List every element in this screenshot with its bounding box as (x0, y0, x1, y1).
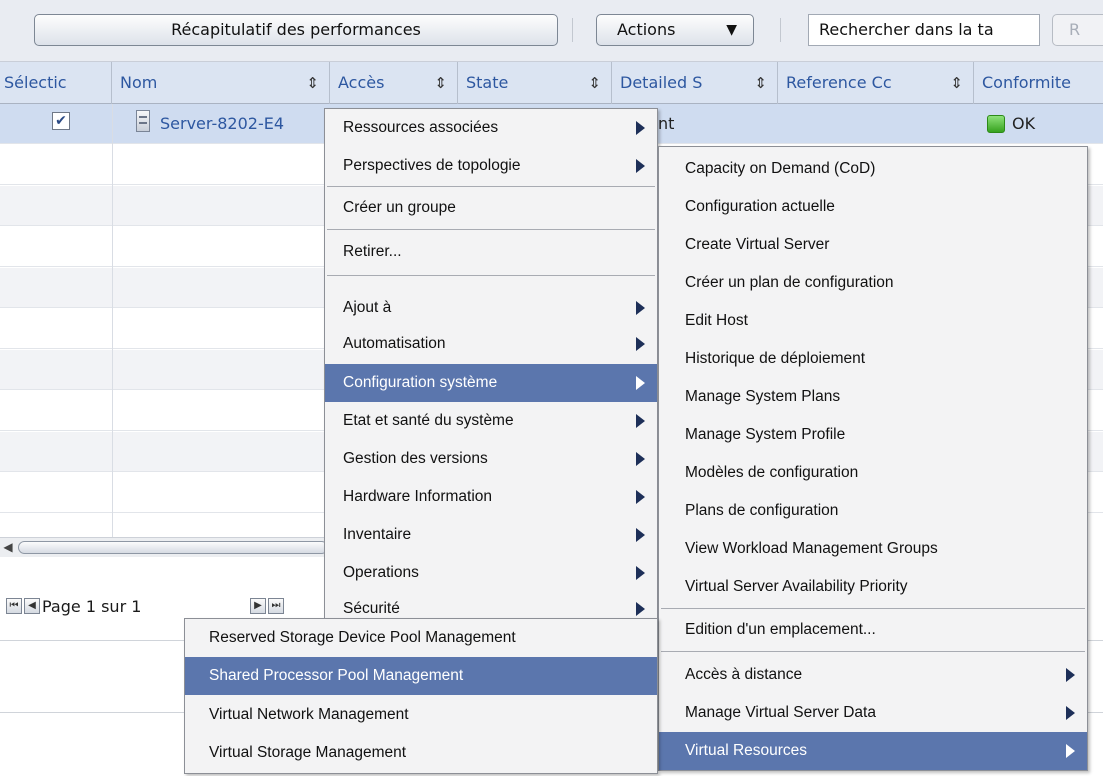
actions-label: Actions (617, 20, 676, 39)
search-input[interactable]: Rechercher dans la ta (808, 14, 1040, 46)
menu-item-remote-access[interactable]: Accès à distance (659, 656, 1087, 694)
toolbar-separator (780, 18, 781, 42)
horizontal-scrollbar[interactable]: ◀ (0, 537, 330, 557)
server-icon (136, 110, 150, 132)
submenu-arrow-icon (636, 301, 645, 315)
system-configuration-submenu: Capacity on Demand (CoD) Configuration a… (658, 146, 1088, 771)
submenu-arrow-icon (636, 490, 645, 504)
submenu-arrow-icon (636, 414, 645, 428)
menu-item-capacity-on-demand[interactable]: Capacity on Demand (CoD) (659, 150, 1087, 188)
menu-item-configuration-plans[interactable]: Plans de configuration (659, 492, 1087, 530)
sort-arrows-icon[interactable]: ⇕ (588, 62, 601, 104)
sort-arrows-icon[interactable]: ⇕ (434, 62, 447, 104)
menu-item-manage-system-plans[interactable]: Manage System Plans (659, 378, 1087, 416)
menu-separator (327, 186, 655, 187)
menu-separator (327, 229, 655, 230)
menu-item-manage-virtual-server-data[interactable]: Manage Virtual Server Data (659, 694, 1087, 732)
status-ok-icon (987, 115, 1005, 133)
menu-item-availability-priority[interactable]: Virtual Server Availability Priority (659, 568, 1087, 606)
submenu-arrow-icon (636, 159, 645, 173)
submenu-arrow-icon (1066, 706, 1075, 720)
column-header-select[interactable]: Sélectic (0, 62, 112, 104)
submenu-arrow-icon (636, 452, 645, 466)
submenu-arrow-icon (636, 602, 645, 616)
menu-item-configuration-templates[interactable]: Modèles de configuration (659, 454, 1087, 492)
compliance-status: OK (1012, 114, 1036, 133)
detailed-state-value: nt (658, 114, 675, 133)
menu-item-virtual-resources[interactable]: Virtual Resources (659, 732, 1087, 770)
column-header-detailed-state[interactable]: Detailed S ⇕ (612, 62, 778, 104)
menu-item-create-group[interactable]: Créer un groupe (325, 189, 657, 227)
menu-separator (661, 608, 1085, 609)
column-header-access[interactable]: Accès ⇕ (330, 62, 458, 104)
menu-item-associated-resources[interactable]: Ressources associées (325, 109, 657, 147)
menu-item-operations[interactable]: Operations (325, 554, 657, 592)
toolbar-separator (572, 18, 573, 42)
chevron-down-icon: ▼ (726, 22, 737, 38)
menu-item-create-configuration-plan[interactable]: Créer un plan de configuration (659, 264, 1087, 302)
submenu-arrow-icon (1066, 744, 1075, 758)
column-divider (112, 104, 113, 537)
menu-item-virtual-network[interactable]: Virtual Network Management (185, 696, 657, 734)
menu-item-create-virtual-server[interactable]: Create Virtual Server (659, 226, 1087, 264)
menu-item-add-to[interactable]: Ajout à (325, 289, 657, 327)
menu-separator (327, 275, 655, 276)
submenu-arrow-icon (636, 566, 645, 580)
menu-item-topology-perspectives[interactable]: Perspectives de topologie (325, 147, 657, 185)
menu-item-inventory[interactable]: Inventaire (325, 516, 657, 554)
menu-separator (661, 651, 1085, 652)
submenu-arrow-icon (1066, 668, 1075, 682)
search-button[interactable]: R (1052, 14, 1103, 46)
table-header: Sélectic Nom ⇕ Accès ⇕ State ⇕ Detailed S ⇕ … (0, 62, 1103, 104)
sort-arrows-icon[interactable]: ⇕ (306, 62, 319, 104)
sort-arrows-icon[interactable]: ⇕ (950, 62, 963, 104)
actions-dropdown-button[interactable]: Actions ▼ (596, 14, 754, 46)
menu-item-deployment-history[interactable]: Historique de déploiement (659, 340, 1087, 378)
menu-item-system-configuration[interactable]: Configuration système (325, 364, 657, 402)
menu-item-remove[interactable]: Retirer... (325, 233, 657, 271)
next-page-icon[interactable]: ▶ (250, 598, 266, 614)
virtual-resources-submenu: Reserved Storage Device Pool Management … (184, 618, 658, 774)
menu-item-hardware-information[interactable]: Hardware Information (325, 478, 657, 516)
context-menu: Ressources associées Perspectives de top… (324, 108, 658, 628)
sort-arrows-icon[interactable]: ⇕ (754, 62, 767, 104)
submenu-arrow-icon (636, 337, 645, 351)
menu-item-view-workload-groups[interactable]: View Workload Management Groups (659, 530, 1087, 568)
last-page-icon[interactable]: ⏭ (268, 598, 284, 614)
server-name-link[interactable]: Server-8202-E4 (160, 104, 284, 144)
page-indicator: Page 1 sur 1 (42, 597, 142, 616)
menu-item-system-health[interactable]: Etat et santé du système (325, 402, 657, 440)
column-header-reference[interactable]: Reference Cc ⇕ (778, 62, 974, 104)
performance-summary-button[interactable]: Récapitulatif des performances (34, 14, 558, 46)
column-header-name[interactable]: Nom ⇕ (112, 62, 330, 104)
menu-item-shared-processor-pool[interactable]: Shared Processor Pool Management (185, 657, 657, 695)
submenu-arrow-icon (636, 528, 645, 542)
menu-item-virtual-storage[interactable]: Virtual Storage Management (185, 734, 657, 772)
menu-item-edit-host[interactable]: Edit Host (659, 302, 1087, 340)
prev-page-icon[interactable]: ◀ (24, 598, 40, 614)
scrollbar-thumb[interactable] (18, 541, 328, 554)
submenu-arrow-icon (636, 121, 645, 135)
menu-item-edit-location[interactable]: Edition d'un emplacement... (659, 611, 1087, 649)
menu-item-reserved-storage-pool[interactable]: Reserved Storage Device Pool Management (185, 619, 657, 657)
scroll-left-icon[interactable]: ◀ (0, 538, 16, 557)
menu-item-version-management[interactable]: Gestion des versions (325, 440, 657, 478)
menu-item-automation[interactable]: Automatisation (325, 325, 657, 363)
column-header-state[interactable]: State ⇕ (458, 62, 612, 104)
menu-item-manage-system-profile[interactable]: Manage System Profile (659, 416, 1087, 454)
first-page-icon[interactable]: ⏮ (6, 598, 22, 614)
menu-item-current-configuration[interactable]: Configuration actuelle (659, 188, 1087, 226)
column-header-compliance[interactable]: Conformite (974, 62, 1103, 104)
toolbar: Récapitulatif des performances Actions ▼… (0, 0, 1103, 62)
row-select-checkbox[interactable]: ✔ (52, 112, 70, 130)
submenu-arrow-icon (636, 376, 645, 390)
